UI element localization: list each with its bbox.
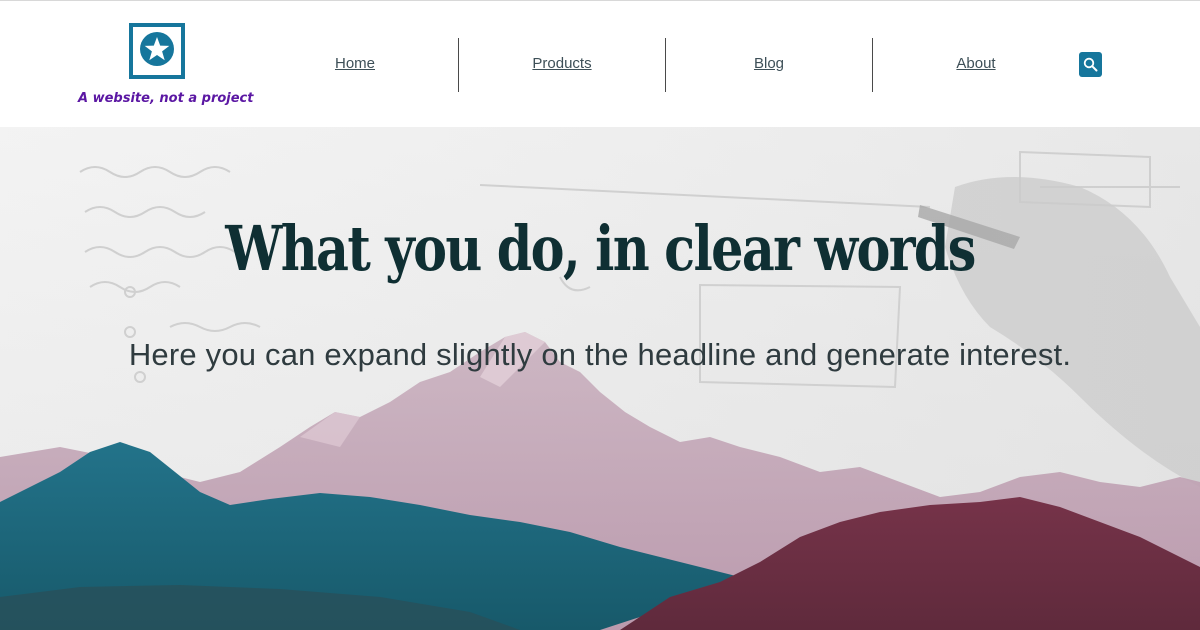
nav-blog[interactable]: Blog [709, 55, 829, 72]
search-button[interactable] [1079, 52, 1102, 77]
nav-home[interactable]: Home [295, 55, 415, 72]
star-icon [129, 23, 185, 79]
site-header: A website, not a project Home Products B… [0, 0, 1200, 127]
nav-about[interactable]: About [916, 55, 1036, 72]
hero-section: What you do, in clear words Here you can… [0, 127, 1200, 630]
nav-divider [872, 38, 873, 92]
hero-subheadline: Here you can expand slightly on the head… [128, 337, 1072, 372]
site-tagline: A website, not a project [78, 91, 254, 106]
hero-headline: What you do, in clear words [225, 212, 976, 285]
nav-divider [458, 38, 459, 92]
site-logo[interactable] [129, 23, 185, 79]
search-icon [1083, 57, 1098, 72]
nav-divider [665, 38, 666, 92]
nav-products[interactable]: Products [502, 55, 622, 72]
